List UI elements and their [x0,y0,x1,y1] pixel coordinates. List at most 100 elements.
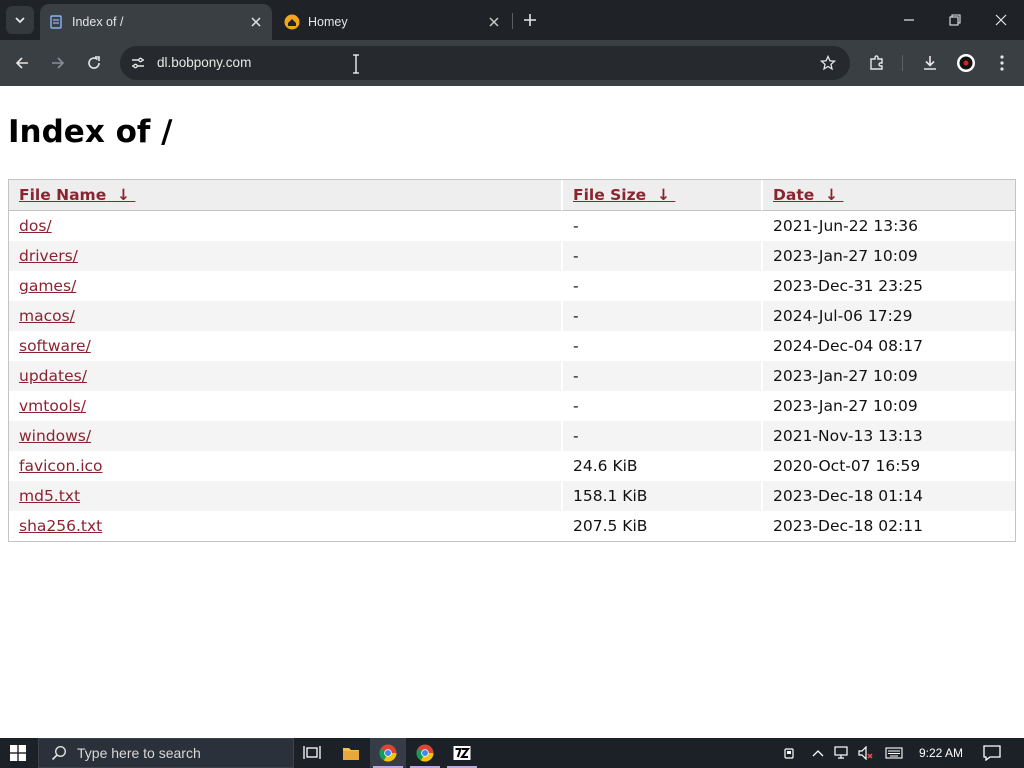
new-tab-button[interactable] [518,8,542,32]
file-link[interactable]: sha256.txt [19,517,102,535]
file-link[interactable]: updates/ [19,367,87,385]
table-row: updates/ - 2023-Jan-27 10:09 [9,361,1015,391]
7zip-icon [453,746,471,760]
tab-separator [512,13,513,29]
table-row: windows/ - 2021-Nov-13 13:13 [9,421,1015,451]
file-link[interactable]: dos/ [19,217,52,235]
notifications-button[interactable] [980,738,1004,768]
chrome-button[interactable] [370,738,406,768]
chrome-icon [379,744,397,762]
file-link[interactable]: software/ [19,337,91,355]
taskbar-search-box[interactable]: Type here to search [38,738,294,768]
file-link[interactable]: md5.txt [19,487,80,505]
bookmark-star-icon[interactable] [818,53,838,73]
reload-button[interactable] [80,49,108,77]
arrow-right-icon [52,57,65,69]
file-link[interactable]: games/ [19,277,76,295]
tab-search-button[interactable] [6,6,34,34]
file-size: - [561,331,761,361]
task-view-icon [303,746,321,759]
profile-button[interactable] [953,50,979,76]
notification-badge-icon[interactable] [780,738,798,768]
menu-button[interactable] [989,50,1015,76]
column-header-name: File Name ↓ [9,180,561,211]
sort-by-date-link[interactable]: Date ↓ [773,186,843,204]
extensions-button[interactable] [864,50,890,76]
search-placeholder: Type here to search [77,745,201,761]
file-listing-table: File Name ↓ File Size ↓ Date ↓ dos/ - 20… [8,179,1016,542]
start-button[interactable] [0,738,36,768]
tab-homey[interactable]: Homey [276,4,510,40]
downloads-button[interactable] [917,50,943,76]
url-text[interactable]: dl.bobpony.com [157,55,251,70]
file-size: - [561,391,761,421]
file-explorer-icon [343,748,359,760]
file-size: 24.6 KiB [561,451,761,481]
file-link[interactable]: windows/ [19,427,91,445]
taskbar-clock[interactable]: 9:22 AM [912,738,970,768]
kebab-menu-icon [1000,55,1004,71]
show-hidden-icons-button[interactable] [808,738,828,768]
volume-muted-icon[interactable] [856,738,876,768]
arrow-left-icon [15,57,28,69]
file-date: 2021-Nov-13 13:13 [761,421,1015,451]
homey-icon [284,14,300,30]
restore-button[interactable] [932,0,978,40]
keyboard-icon[interactable] [882,738,906,768]
page-content: Index of / File Name ↓ File Size ↓ Date … [0,86,1024,738]
taskbar: Type here to search 9:22 AM [0,738,1024,768]
chrome-alt-icon [416,744,434,762]
tab-close-icon[interactable] [246,12,266,32]
table-row: dos/ - 2021-Jun-22 13:36 [9,211,1015,241]
file-size: - [561,211,761,241]
file-date: 2021-Jun-22 13:36 [761,211,1015,241]
file-size: - [561,421,761,451]
browser-toolbar: dl.bobpony.com [0,40,1024,86]
file-size: - [561,241,761,271]
tab-close-icon[interactable] [484,12,504,32]
file-date: 2023-Jan-27 10:09 [761,361,1015,391]
file-link[interactable]: macos/ [19,307,75,325]
site-info-icon[interactable] [126,51,150,75]
file-link[interactable]: drivers/ [19,247,78,265]
chrome-alt-button[interactable] [407,738,443,768]
windows-logo-icon [10,745,26,761]
file-explorer-button[interactable] [333,738,369,768]
tab-index[interactable]: Index of / [40,4,272,40]
plus-icon [524,14,536,26]
chat-bubble-icon [983,745,1001,761]
chevron-down-icon [15,17,25,24]
close-window-button[interactable] [978,0,1024,40]
file-link[interactable]: favicon.ico [19,457,103,475]
toolbar-separator [902,55,903,71]
table-row: vmtools/ - 2023-Jan-27 10:09 [9,391,1015,421]
download-icon [924,56,936,70]
tab-title: Index of / [72,15,124,29]
forward-button[interactable] [44,49,72,77]
file-date: 2023-Dec-18 01:14 [761,481,1015,511]
avatar [957,54,975,72]
file-date: 2020-Oct-07 16:59 [761,451,1015,481]
close-icon [995,14,1007,26]
file-size: - [561,271,761,301]
back-button[interactable] [8,49,36,77]
7zip-button[interactable] [444,738,480,768]
file-link[interactable]: vmtools/ [19,397,86,415]
file-date: 2023-Jan-27 10:09 [761,241,1015,271]
network-icon[interactable] [832,738,852,768]
tab-title: Homey [308,15,348,29]
table-row: games/ - 2023-Dec-31 23:25 [9,271,1015,301]
task-view-button[interactable] [294,738,330,768]
page-title: Index of / [8,114,173,150]
file-date: 2023-Dec-31 23:25 [761,271,1015,301]
table-row: sha256.txt 207.5 KiB 2023-Dec-18 02:11 [9,511,1015,541]
address-bar[interactable]: dl.bobpony.com [120,46,850,80]
puzzle-icon [870,55,883,70]
file-date: 2024-Dec-04 08:17 [761,331,1015,361]
sort-by-size-link[interactable]: File Size ↓ [573,186,675,204]
page-icon [48,14,64,30]
file-size: 158.1 KiB [561,481,761,511]
sort-arrow-icon: ↓ [825,186,839,204]
sort-by-name-link[interactable]: File Name ↓ [19,186,135,204]
minimize-button[interactable] [886,0,932,40]
